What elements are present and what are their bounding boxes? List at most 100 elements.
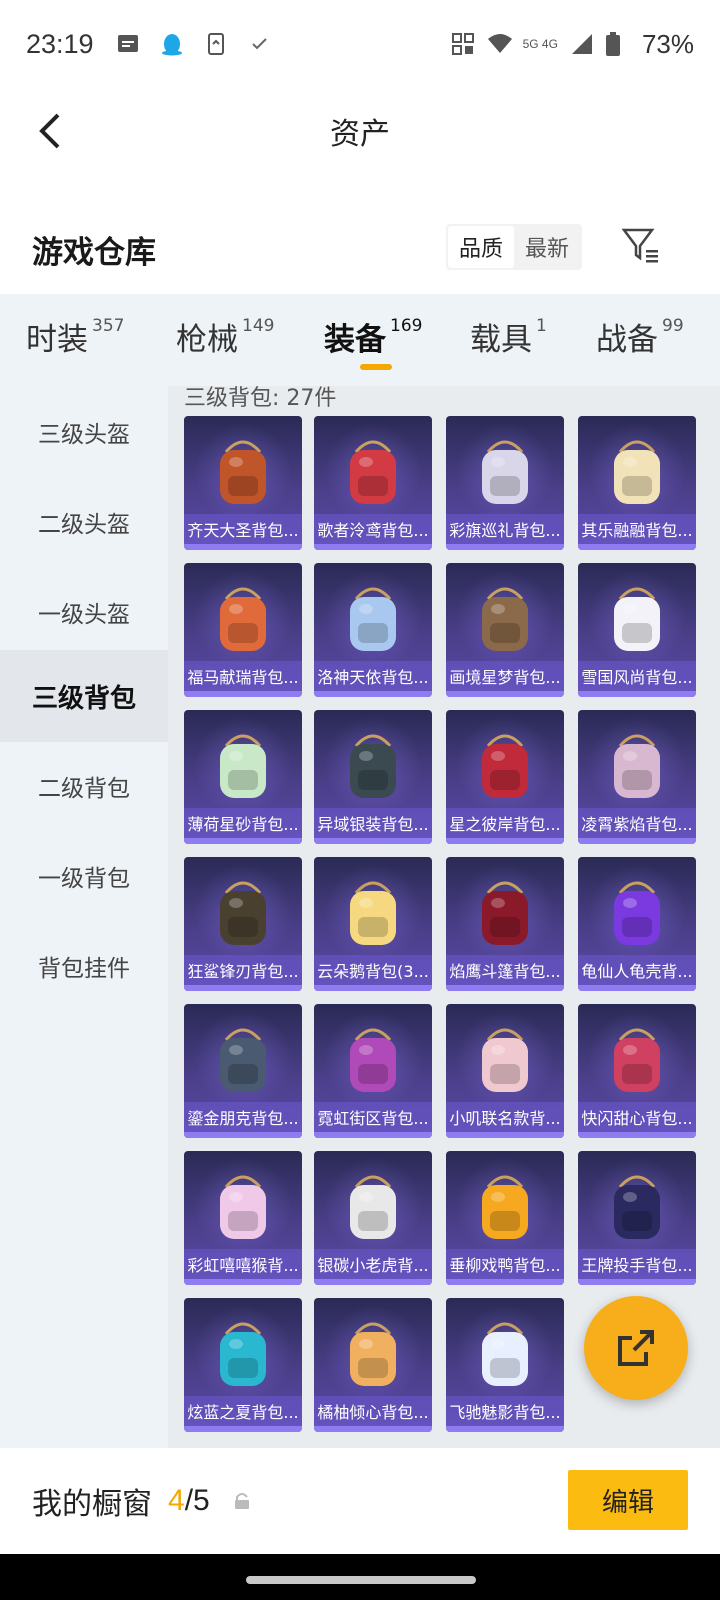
- sidebar-item-level2-backpack[interactable]: 二级背包: [0, 740, 168, 832]
- backpack-image: [350, 440, 396, 504]
- wifi-icon: [487, 32, 512, 56]
- sidebar-item-backpack-charm[interactable]: 背包挂件: [0, 920, 168, 1012]
- rarity-bar: [578, 985, 696, 991]
- share-button[interactable]: [584, 1296, 688, 1400]
- message-icon: [116, 32, 140, 56]
- rarity-bar: [578, 1132, 696, 1138]
- backpack-image: [220, 881, 266, 945]
- tab-fashion[interactable]: 时装 357: [26, 314, 124, 359]
- active-tab-indicator: [360, 364, 392, 370]
- backpack-item-card[interactable]: 异域银装背包...: [314, 710, 432, 844]
- rarity-bar: [446, 838, 564, 844]
- warehouse-title: 游戏仓库: [32, 234, 156, 271]
- item-grid-area[interactable]: 三级背包: 27件 齐天大圣背包... 歌者泠鸢背包... 彩旗巡礼背包... 其乐融…: [168, 386, 720, 1448]
- backpack-item-card[interactable]: 彩旗巡礼背包...: [446, 416, 564, 550]
- backpack-item-card[interactable]: 其乐融融背包...: [578, 416, 696, 550]
- item-name: 飞驰魅影背包...: [446, 1396, 564, 1426]
- section-title: 三级背包: 27件: [184, 386, 337, 411]
- backpack-item-card[interactable]: 歌者泠鸢背包...: [314, 416, 432, 550]
- rarity-bar: [184, 1132, 302, 1138]
- backpack-item-card[interactable]: 橘柚倾心背包...: [314, 1298, 432, 1432]
- rarity-bar: [314, 1426, 432, 1432]
- backpack-image: [482, 1175, 528, 1239]
- backpack-image: [350, 734, 396, 798]
- tab-count: 357: [92, 316, 125, 336]
- sidebar-item-level3-backpack[interactable]: 三级背包: [0, 650, 168, 742]
- item-name: 凌霄紫焰背包...: [578, 808, 696, 838]
- showcase-total: /5: [184, 1484, 210, 1517]
- showcase-current: 4: [168, 1484, 185, 1517]
- rarity-bar: [446, 691, 564, 697]
- backpack-item-card[interactable]: 快闪甜心背包...: [578, 1004, 696, 1138]
- item-name: 齐天大圣背包...: [184, 514, 302, 544]
- backpack-item-card[interactable]: 焰鹰斗篷背包...: [446, 857, 564, 991]
- backpack-item-card[interactable]: 鎏金朋克背包...: [184, 1004, 302, 1138]
- backpack-image: [614, 587, 660, 651]
- item-name: 狂鲨锋刃背包...: [184, 955, 302, 985]
- back-button[interactable]: [24, 106, 74, 156]
- rarity-bar: [184, 691, 302, 697]
- backpack-image: [482, 1322, 528, 1386]
- item-name: 小叽联名款背...: [446, 1102, 564, 1132]
- backpack-item-card[interactable]: 飞驰魅影背包...: [446, 1298, 564, 1432]
- sort-newest-button[interactable]: 最新: [514, 226, 580, 268]
- backpack-item-card[interactable]: 星之彼岸背包...: [446, 710, 564, 844]
- status-time: 23:19: [26, 28, 94, 59]
- qq-penguin-icon: [160, 32, 184, 56]
- tab-equipment[interactable]: 装备 169: [324, 314, 422, 359]
- backpack-item-card[interactable]: 霓虹街区背包...: [314, 1004, 432, 1138]
- home-gesture-bar[interactable]: [246, 1576, 476, 1584]
- lock-icon: [232, 1491, 252, 1511]
- backpack-item-card[interactable]: 彩虹嘻嘻猴背...: [184, 1151, 302, 1285]
- backpack-item-card[interactable]: 薄荷星砂背包...: [184, 710, 302, 844]
- tab-gear[interactable]: 战备 99: [596, 314, 684, 359]
- edit-button[interactable]: 编辑: [568, 1470, 688, 1530]
- sidebar-item-level1-backpack[interactable]: 一级背包: [0, 830, 168, 922]
- item-name: 银碳小老虎背...: [314, 1249, 432, 1279]
- item-name: 薄荷星砂背包...: [184, 808, 302, 838]
- tab-vehicles[interactable]: 载具 1: [470, 314, 547, 359]
- backpack-item-card[interactable]: 福马献瑞背包...: [184, 563, 302, 697]
- backpack-item-card[interactable]: 垂柳戏鸭背包...: [446, 1151, 564, 1285]
- backpack-item-card[interactable]: 王牌投手背包...: [578, 1151, 696, 1285]
- backpack-image: [482, 440, 528, 504]
- bottom-bar: 我的橱窗 4/5 编辑: [0, 1448, 720, 1554]
- backpack-item-card[interactable]: 凌霄紫焰背包...: [578, 710, 696, 844]
- item-name: 垂柳戏鸭背包...: [446, 1249, 564, 1279]
- item-name: 快闪甜心背包...: [578, 1102, 696, 1132]
- backpack-image: [350, 1322, 396, 1386]
- item-name: 洛神天依背包...: [314, 661, 432, 691]
- backpack-item-card[interactable]: 画境星梦背包...: [446, 563, 564, 697]
- backpack-item-card[interactable]: 洛神天依背包...: [314, 563, 432, 697]
- item-name: 星之彼岸背包...: [446, 808, 564, 838]
- tab-label: 载具: [470, 322, 532, 358]
- sort-quality-button[interactable]: 品质: [448, 226, 514, 268]
- rarity-bar: [446, 1426, 564, 1432]
- sidebar-item-level1-helmet[interactable]: 一级头盔: [0, 566, 168, 658]
- rarity-bar: [446, 985, 564, 991]
- backpack-item-card[interactable]: 狂鲨锋刃背包...: [184, 857, 302, 991]
- sidebar-item-level2-helmet[interactable]: 二级头盔: [0, 476, 168, 568]
- rarity-bar: [184, 544, 302, 550]
- item-name: 福马献瑞背包...: [184, 661, 302, 691]
- tab-guns[interactable]: 枪械 149: [176, 314, 274, 359]
- backpack-item-card[interactable]: 齐天大圣背包...: [184, 416, 302, 550]
- showcase-count: 4/5: [168, 1484, 210, 1518]
- rarity-bar: [578, 838, 696, 844]
- rarity-bar: [578, 1279, 696, 1285]
- backpack-item-card[interactable]: 雪国风尚背包...: [578, 563, 696, 697]
- tab-count: 149: [242, 316, 275, 336]
- backpack-image: [482, 881, 528, 945]
- backpack-image: [482, 1028, 528, 1092]
- filter-button[interactable]: [620, 224, 664, 268]
- backpack-item-card[interactable]: 炫蓝之夏背包...: [184, 1298, 302, 1432]
- backpack-item-card[interactable]: 小叽联名款背...: [446, 1004, 564, 1138]
- nav-bar: 资产: [0, 88, 720, 174]
- tab-label: 时装: [26, 322, 88, 358]
- phone-sync-icon: [204, 32, 228, 56]
- backpack-image: [220, 1322, 266, 1386]
- backpack-item-card[interactable]: 龟仙人龟壳背...: [578, 857, 696, 991]
- backpack-item-card[interactable]: 银碳小老虎背...: [314, 1151, 432, 1285]
- backpack-item-card[interactable]: 云朵鹅背包(3...: [314, 857, 432, 991]
- sidebar-item-level3-helmet[interactable]: 三级头盔: [0, 386, 168, 478]
